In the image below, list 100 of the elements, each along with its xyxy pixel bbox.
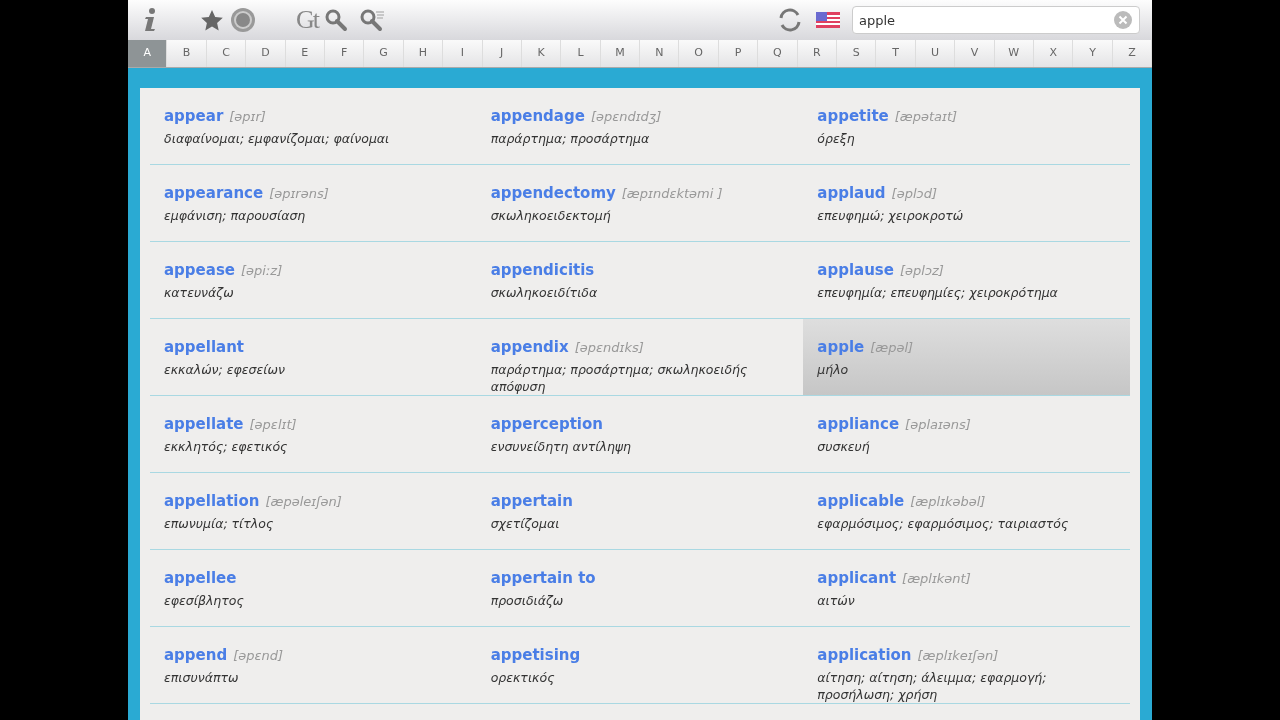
letter-tab[interactable]: N	[640, 40, 680, 67]
headword: appellee	[164, 569, 237, 587]
translation: όρεξη	[817, 131, 856, 148]
entry-row[interactable]: appendage [əpɛndɪdʒ] παράρτημα; προσάρτημα	[476, 88, 804, 165]
entry-row[interactable]: applicable [æplɪkəbəl] εφαρμόσιμος; εφαρμόσιμος; ταιριαστός	[803, 473, 1130, 550]
pronunciation: [əpɛndɪks]	[574, 340, 644, 355]
record-icon[interactable]	[230, 5, 256, 35]
headword: applaud	[817, 184, 886, 202]
letter-tab[interactable]: S	[837, 40, 877, 67]
entry-row[interactable]: appendectomy [æpɪndɛktəmi ] σκωληκοειδεκτομή	[476, 165, 804, 242]
translation: επευφημώ; χειροκροτώ	[817, 208, 965, 225]
letter-tab[interactable]: V	[955, 40, 995, 67]
letter-tab[interactable]: X	[1034, 40, 1074, 67]
translation: διαφαίνομαι; εμφανίζομαι; φαίνομαι	[164, 131, 391, 148]
entry-row[interactable]: appellate [əpɛlɪt] εκκλητός; εφετικός	[150, 396, 477, 473]
headword: applause	[817, 261, 894, 279]
entry-row[interactable]: appear [əpɪr] διαφαίνομαι; εμφανίζομαι; φαίνομαι	[150, 88, 477, 165]
headword: appendage	[490, 107, 585, 125]
translation: σκωληκοειδεκτομή	[490, 208, 612, 225]
letter-tab[interactable]: I	[443, 40, 483, 67]
headword: appliance	[817, 415, 900, 433]
letter-tab[interactable]: Z	[1112, 40, 1153, 67]
letter-tab[interactable]: M	[600, 40, 641, 67]
headword: appearance	[164, 184, 264, 202]
pronunciation: [əpɛndɪdʒ]	[590, 109, 662, 124]
translation: συσκευή	[817, 439, 871, 456]
headword: append	[164, 646, 228, 664]
entry-row[interactable]: applicant [æplɪkənt] αιτών	[803, 550, 1130, 627]
translation: ενσυνείδητη αντίληψη	[490, 439, 632, 456]
headword: applicant	[817, 569, 897, 587]
translation: αίτηση; αίτηση; άλειμμα; εφαρμογή; προσήλωση; χρήση	[817, 670, 1048, 703]
letter-tab[interactable]: W	[994, 40, 1034, 67]
entry-row[interactable]: appertain σχετίζομαι	[476, 473, 804, 550]
letter-tab[interactable]: R	[797, 40, 838, 67]
entry-row[interactable]: appendicitis σκωληκοειδίτιδα	[476, 242, 804, 319]
letter-tab[interactable]: O	[679, 40, 719, 67]
letter-tab[interactable]: P	[718, 40, 759, 67]
entry-row[interactable]: appertain to προσιδιάζω	[476, 550, 804, 627]
translation: ορεκτικός	[490, 670, 556, 687]
logo-text[interactable]: Gt	[296, 7, 318, 33]
pronunciation: [æpətaɪt]	[894, 109, 958, 124]
entry-row[interactable]: appetite [æpətaɪt] όρεξη	[803, 88, 1130, 165]
entry-row[interactable]: appellee εφεσίβλητος	[150, 550, 477, 627]
translation: εκκλητός; εφετικός	[164, 439, 289, 456]
letter-tab[interactable]: E	[285, 40, 325, 67]
headword: appetising	[490, 646, 581, 664]
letter-tab[interactable]: D	[246, 40, 286, 67]
translation: σκωληκοειδίτιδα	[490, 285, 599, 302]
entry-row[interactable]: appellation [æpəleɪʃən] επωνυμία; τίτλος	[150, 473, 477, 550]
letter-tab[interactable]: J	[482, 40, 522, 67]
translation: παράρτημα; προσάρτημα; σκωληκοειδής απόφυση	[490, 362, 749, 395]
letter-tab[interactable]: H	[403, 40, 444, 67]
pronunciation: [əpɛnd]	[233, 648, 284, 663]
headword: appear	[164, 107, 224, 125]
letter-tab[interactable]: G	[364, 40, 404, 67]
headword: appertain	[490, 492, 573, 510]
entry-row[interactable]: application [æplɪkeɪʃən] αίτηση; αίτηση; άλειμμα; εφαρμογή; προσήλωση; χρήση	[803, 627, 1130, 704]
pronunciation: [æplɪkənt]	[902, 571, 971, 586]
headword: appertain to	[490, 569, 596, 587]
pronunciation: [əplaɪəns]	[905, 417, 971, 432]
headword: appendix	[490, 338, 569, 356]
entry-row[interactable]: appease [əpiːz] κατευνάζω	[150, 242, 477, 319]
entry-row[interactable]: appliance [əplaɪəns] συσκευή	[803, 396, 1130, 473]
translation: κατευνάζω	[164, 285, 235, 302]
headword: appellate	[164, 415, 244, 433]
letter-tab[interactable]: Y	[1073, 40, 1113, 67]
headword: appendectomy	[490, 184, 616, 202]
pronunciation: [əpɪrəns]	[269, 186, 329, 201]
letter-tab[interactable]: L	[561, 40, 601, 67]
translation: εφεσίβλητος	[164, 593, 245, 610]
letter-tab[interactable]: T	[876, 40, 916, 67]
entry-row[interactable]: appetising ορεκτικός	[476, 627, 804, 704]
headword: appetite	[817, 107, 889, 125]
translation: εφαρμόσιμος; εφαρμόσιμος; ταιριαστός	[817, 516, 1070, 533]
pronunciation: [əpiːz]	[241, 263, 283, 278]
search-field[interactable]: apple	[852, 6, 1140, 34]
translation: αιτών	[817, 593, 856, 610]
letter-tab[interactable]: C	[206, 40, 247, 67]
letter-tab[interactable]: U	[915, 40, 956, 67]
letter-tab[interactable]: B	[167, 40, 207, 67]
translation: επευφημία; επευφημίες; χειροκρότημα	[817, 285, 1059, 302]
pronunciation: [əpɛlɪt]	[249, 417, 297, 432]
letter-tab[interactable]: A	[128, 40, 168, 67]
letter-tab[interactable]: Q	[758, 40, 798, 67]
headword: apple	[817, 338, 865, 356]
entry-row[interactable]: apple [æpəl] μήλο	[803, 319, 1130, 396]
entry-row[interactable]: apperception ενσυνείδητη αντίληψη	[476, 396, 804, 473]
pronunciation: [æpɪndɛktəmi ]	[621, 186, 723, 201]
entry-row[interactable]: appellant εκκαλών; εφεσείων	[150, 319, 477, 396]
entry-row[interactable]: append [əpɛnd] επισυνάπτω	[150, 627, 477, 704]
letter-tab[interactable]: K	[521, 40, 562, 67]
headword: application	[817, 646, 912, 664]
entry-row[interactable]: appearance [əpɪrəns] εμφάνιση; παρουσίαση	[150, 165, 477, 242]
headword: appendicitis	[490, 261, 595, 279]
entry-row[interactable]: applaud [əplɔd] επευφημώ; χειροκροτώ	[803, 165, 1130, 242]
pronunciation: [əplɔz]	[899, 263, 944, 278]
letter-tab[interactable]: F	[324, 40, 365, 67]
pronunciation: [æplɪkeɪʃən]	[917, 648, 999, 663]
pronunciation: [æplɪkəbəl]	[910, 494, 986, 509]
translation: εμφάνιση; παρουσίαση	[164, 208, 307, 225]
